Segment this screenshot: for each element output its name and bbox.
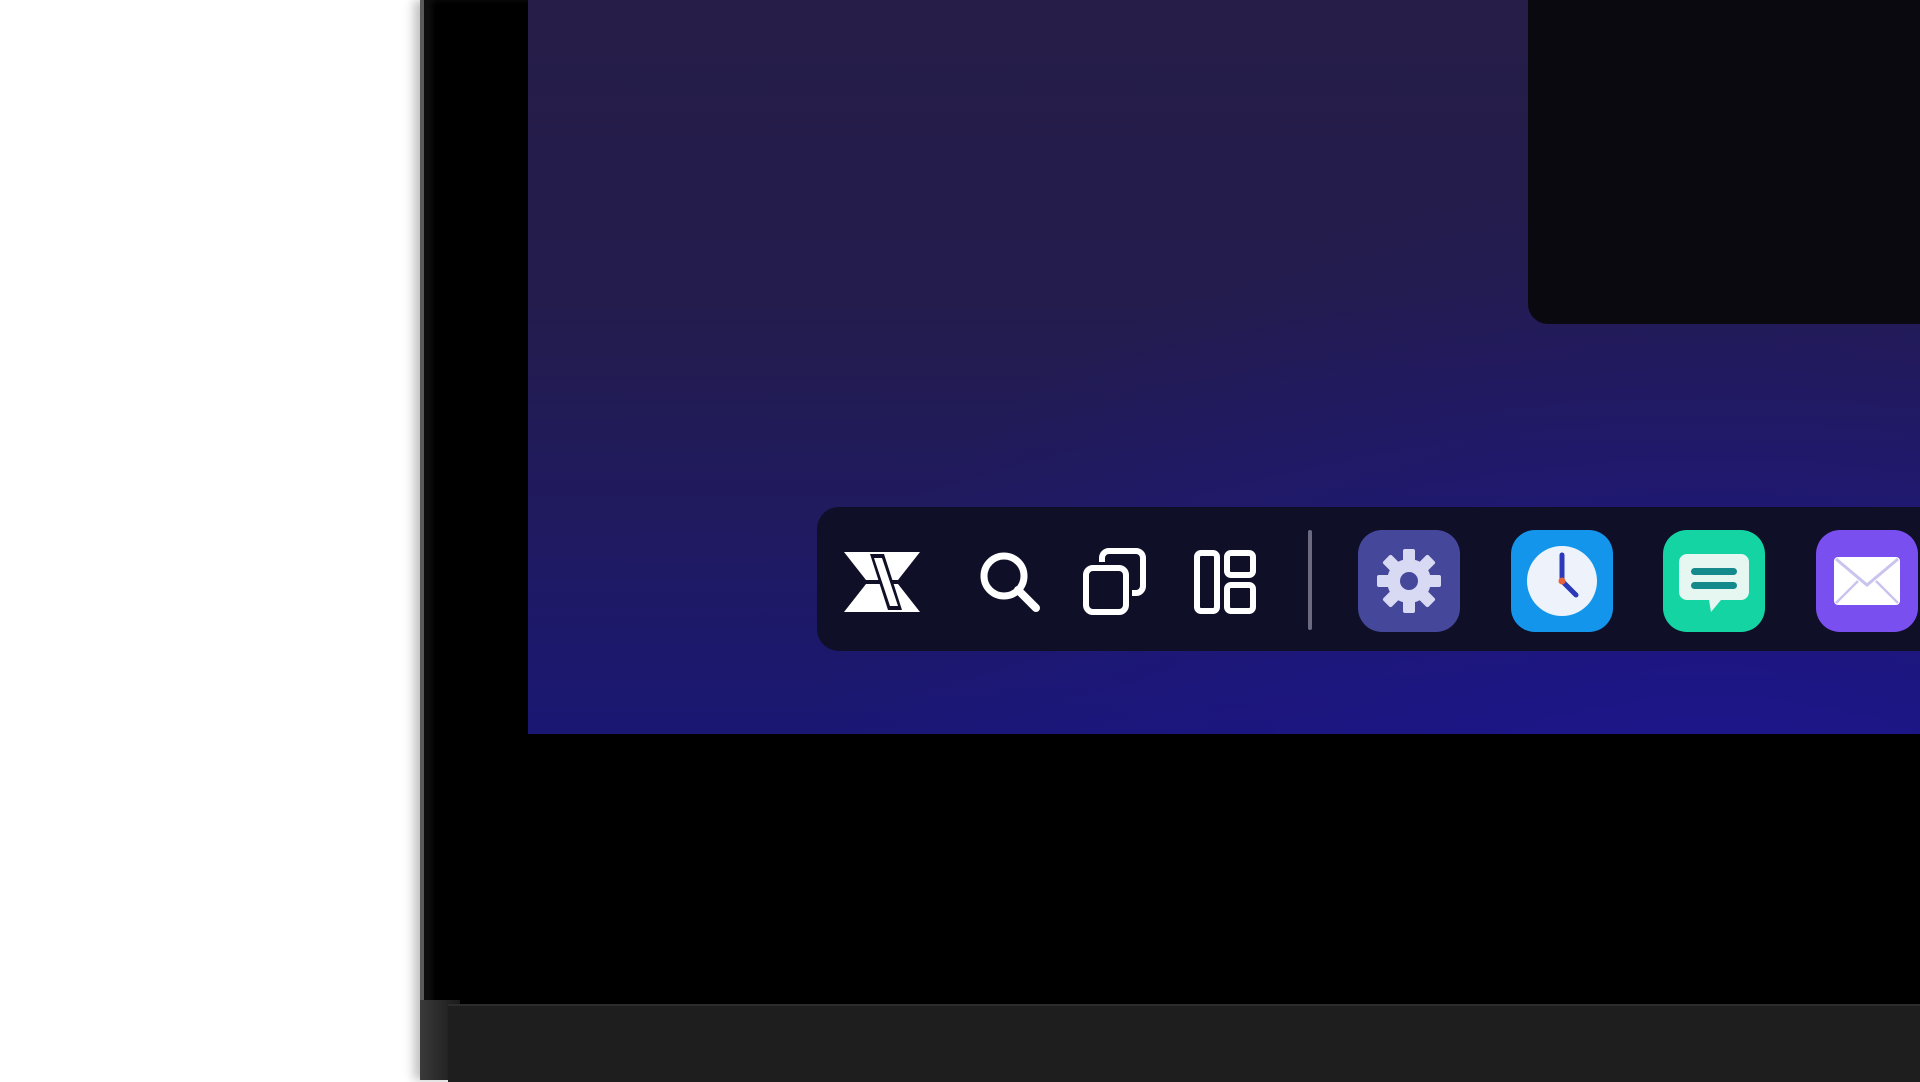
mail-app-button[interactable] xyxy=(1816,530,1918,632)
settings-app-button[interactable] xyxy=(1358,530,1460,632)
taskbar-divider xyxy=(1308,530,1312,630)
launcher-logo-icon[interactable] xyxy=(840,540,924,624)
messages-app-button[interactable] xyxy=(1663,530,1765,632)
virtual-desks-icon[interactable] xyxy=(1188,544,1264,620)
open-window[interactable] xyxy=(1528,0,1920,324)
envelope-icon xyxy=(1834,557,1900,605)
gear-icon xyxy=(1377,549,1441,613)
clock-icon xyxy=(1527,546,1597,616)
search-icon[interactable] xyxy=(972,544,1048,620)
clock-app-button[interactable] xyxy=(1511,530,1613,632)
windows-overview-icon[interactable] xyxy=(1078,542,1158,622)
chat-bubble-icon xyxy=(1679,554,1749,612)
laptop-base xyxy=(448,1004,1920,1082)
